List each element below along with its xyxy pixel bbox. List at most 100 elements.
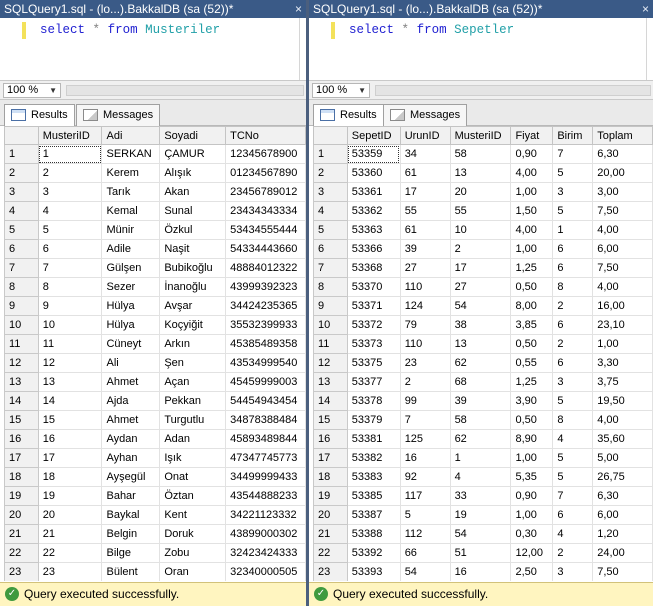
- row-number[interactable]: 1: [4, 144, 39, 164]
- column-header[interactable]: Soyadi: [159, 126, 227, 145]
- table-cell[interactable]: 62: [449, 353, 512, 373]
- table-cell[interactable]: 53378: [346, 391, 401, 411]
- table-cell[interactable]: Hülya: [101, 315, 161, 335]
- close-icon[interactable]: ×: [295, 0, 302, 18]
- column-header[interactable]: MusteriID: [449, 126, 512, 145]
- table-cell[interactable]: 20,00: [592, 163, 653, 183]
- table-cell[interactable]: 20: [37, 505, 103, 525]
- editor-scrollbar[interactable]: [646, 18, 647, 80]
- table-cell[interactable]: 45893489844: [225, 429, 306, 449]
- table-cell[interactable]: 4,00: [592, 277, 653, 297]
- table-cell[interactable]: 7,50: [592, 562, 653, 581]
- table-row[interactable]: 8 53370 110 27 0,50 8 4,00: [313, 277, 653, 297]
- table-cell[interactable]: 53368: [346, 258, 401, 278]
- row-number[interactable]: 9: [313, 296, 348, 316]
- row-number[interactable]: 12: [313, 353, 348, 373]
- table-cell[interactable]: 3: [552, 182, 594, 202]
- table-cell[interactable]: Hülya: [101, 296, 161, 316]
- table-cell[interactable]: 12,00: [510, 543, 554, 563]
- table-row[interactable]: 14 53378 99 39 3,90 5 19,50: [313, 391, 653, 411]
- table-cell[interactable]: 32423424333: [225, 543, 306, 563]
- table-cell[interactable]: 19,50: [592, 391, 653, 411]
- table-cell[interactable]: 7,50: [592, 201, 653, 221]
- table-cell[interactable]: Işık: [159, 448, 227, 468]
- document-tab-right[interactable]: SQLQuery1.sql - (lo...).BakkalDB (sa (52…: [309, 0, 653, 18]
- table-row[interactable]: 13 13 Ahmet Açan 45459999003: [4, 372, 306, 392]
- table-cell[interactable]: Gülşen: [101, 258, 161, 278]
- table-row[interactable]: 7 7 Gülşen Bubikoğlu 48884012322: [4, 258, 306, 278]
- table-cell[interactable]: 19: [37, 486, 103, 506]
- table-cell[interactable]: 51: [449, 543, 512, 563]
- table-cell[interactable]: 2: [449, 239, 512, 259]
- table-cell[interactable]: 1: [552, 220, 594, 240]
- table-cell[interactable]: Bubikoğlu: [159, 258, 227, 278]
- table-cell[interactable]: 5: [37, 220, 103, 240]
- row-number[interactable]: 8: [4, 277, 39, 297]
- table-row[interactable]: 22 53392 66 51 12,00 2 24,00: [313, 543, 653, 563]
- table-cell[interactable]: 24,00: [592, 543, 653, 563]
- table-cell[interactable]: 20: [449, 182, 512, 202]
- table-cell[interactable]: 43544888233: [225, 486, 306, 506]
- table-cell[interactable]: Oran: [159, 562, 227, 581]
- table-cell[interactable]: 43534999540: [225, 353, 306, 373]
- table-cell[interactable]: Açan: [159, 372, 227, 392]
- table-cell[interactable]: 92: [399, 467, 451, 487]
- table-cell[interactable]: 54: [449, 524, 512, 544]
- table-row[interactable]: 15 53379 7 58 0,50 8 4,00: [313, 410, 653, 430]
- table-row[interactable]: 6 6 Adile Naşit 54334443660: [4, 239, 306, 259]
- table-cell[interactable]: 23434343334: [225, 201, 306, 221]
- table-row[interactable]: 23 23 Bülent Oran 32340000505: [4, 562, 306, 581]
- results-grid[interactable]: MusteriID Adi Soyadi TCNo 1 1 SERKAN ÇAMUR 1234…: [4, 126, 306, 581]
- table-cell[interactable]: 1,25: [510, 372, 554, 392]
- table-cell[interactable]: 54: [449, 296, 512, 316]
- table-cell[interactable]: 23456789012: [225, 182, 306, 202]
- table-cell[interactable]: 0,50: [510, 410, 554, 430]
- table-cell[interactable]: 53361: [346, 182, 401, 202]
- table-cell[interactable]: 53363: [346, 220, 401, 240]
- editor-scrollbar[interactable]: [299, 18, 300, 80]
- table-cell[interactable]: Kemal: [101, 201, 161, 221]
- table-row[interactable]: 18 53383 92 4 5,35 5 26,75: [313, 467, 653, 487]
- table-row[interactable]: 23 53393 54 16 2,50 3 7,50: [313, 562, 653, 581]
- table-row[interactable]: 13 53377 2 68 1,25 3 3,75: [313, 372, 653, 392]
- table-cell[interactable]: Bilge: [101, 543, 161, 563]
- table-cell[interactable]: 53393: [346, 562, 401, 581]
- row-number[interactable]: 18: [4, 467, 39, 487]
- table-cell[interactable]: 11: [37, 334, 103, 354]
- row-number[interactable]: 19: [4, 486, 39, 506]
- table-row[interactable]: 6 53366 39 2 1,00 6 6,00: [313, 239, 653, 259]
- horizontal-scrollbar[interactable]: [375, 85, 651, 96]
- table-row[interactable]: 1 1 SERKAN ÇAMUR 12345678900: [4, 144, 306, 164]
- table-cell[interactable]: 9: [37, 296, 103, 316]
- table-row[interactable]: 17 17 Ayhan Işık 47347745773: [4, 448, 306, 468]
- table-row[interactable]: 1 53359 34 58 0,90 7 6,30: [313, 144, 653, 164]
- table-cell[interactable]: 54: [399, 562, 451, 581]
- table-cell[interactable]: 3: [552, 372, 594, 392]
- close-icon[interactable]: ×: [642, 0, 649, 18]
- table-cell[interactable]: 7: [399, 410, 451, 430]
- table-cell[interactable]: 61: [399, 163, 451, 183]
- table-cell[interactable]: 54454943454: [225, 391, 306, 411]
- table-cell[interactable]: 1: [37, 144, 103, 164]
- table-cell[interactable]: 27: [449, 277, 512, 297]
- table-row[interactable]: 5 5 Münir Özkul 53434555444: [4, 220, 306, 240]
- row-number[interactable]: 8: [313, 277, 348, 297]
- table-cell[interactable]: 10: [449, 220, 512, 240]
- table-cell[interactable]: 117: [399, 486, 451, 506]
- table-cell[interactable]: 16: [37, 429, 103, 449]
- table-cell[interactable]: 7: [552, 486, 594, 506]
- table-cell[interactable]: 6: [552, 258, 594, 278]
- table-row[interactable]: 15 15 Ahmet Turgutlu 34878388484: [4, 410, 306, 430]
- table-row[interactable]: 17 53382 16 1 1,00 5 5,00: [313, 448, 653, 468]
- table-cell[interactable]: 3,30: [592, 353, 653, 373]
- zoom-select[interactable]: 100 % ▼: [3, 83, 61, 98]
- table-cell[interactable]: Sezer: [101, 277, 161, 297]
- table-cell[interactable]: Kent: [159, 505, 227, 525]
- row-number[interactable]: 22: [4, 543, 39, 563]
- table-cell[interactable]: Ajda: [101, 391, 161, 411]
- table-cell[interactable]: Öztan: [159, 486, 227, 506]
- table-cell[interactable]: 45459999003: [225, 372, 306, 392]
- table-cell[interactable]: Alışık: [159, 163, 227, 183]
- table-cell[interactable]: Belgin: [101, 524, 161, 544]
- table-cell[interactable]: 0,90: [510, 144, 554, 164]
